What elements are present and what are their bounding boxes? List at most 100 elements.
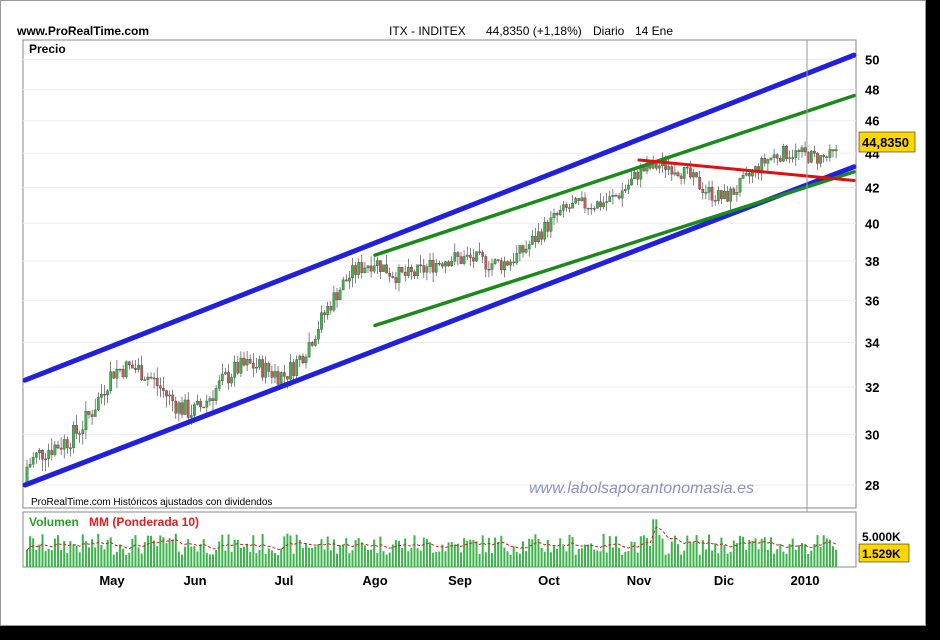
volume-bar xyxy=(295,534,298,567)
candle-body xyxy=(698,177,702,190)
volume-bar xyxy=(357,538,360,567)
volume-bar xyxy=(53,538,56,567)
volume-bar xyxy=(289,535,292,567)
candle-body xyxy=(152,377,156,380)
candle-body xyxy=(72,425,75,448)
volume-bar xyxy=(72,544,75,567)
candle-body xyxy=(540,231,543,240)
site-name[interactable]: www.ProRealTime.com xyxy=(16,24,149,38)
volume-bar xyxy=(506,551,509,567)
candle-body xyxy=(642,167,646,172)
candle-body xyxy=(468,254,472,258)
month-tick-label: Nov xyxy=(627,573,652,588)
watermark: www.labolsaporantonomasia.es xyxy=(529,480,754,497)
volume-bar xyxy=(794,549,797,567)
candle-body xyxy=(127,361,131,366)
candle-body xyxy=(549,217,553,232)
candle-body xyxy=(382,264,385,272)
volume-bar xyxy=(726,553,729,567)
volume-bar xyxy=(708,534,710,567)
candle-body xyxy=(81,429,85,435)
month-tick-label: Ago xyxy=(362,573,387,588)
volume-bar xyxy=(481,535,484,567)
volume-bar xyxy=(435,551,438,567)
volume-bar xyxy=(274,553,276,567)
volume-bar xyxy=(571,537,574,567)
volume-bar xyxy=(732,540,735,567)
candle-body xyxy=(282,372,286,377)
month-tick-label: May xyxy=(99,573,125,588)
volume-bar xyxy=(249,552,252,567)
candle-body xyxy=(763,157,767,164)
candle-body xyxy=(251,363,255,369)
candle-body xyxy=(177,402,181,414)
volume-bar xyxy=(695,534,698,567)
month-tick-label: Dic xyxy=(714,573,734,588)
volume-bar xyxy=(559,538,562,567)
volume-bar xyxy=(602,533,605,567)
volume-bar xyxy=(577,548,580,567)
volume-bar xyxy=(608,536,611,567)
candle-body xyxy=(394,277,398,283)
candle-body xyxy=(602,202,605,207)
candle-body xyxy=(131,364,134,369)
volume-bar xyxy=(317,543,320,567)
candle-body xyxy=(162,388,165,391)
volume-bar xyxy=(593,549,596,567)
candle-body xyxy=(149,376,153,379)
volume-bar xyxy=(791,538,794,567)
volume-bar xyxy=(788,544,791,567)
candle-body xyxy=(772,154,776,159)
candle-body xyxy=(685,166,689,169)
candle-body xyxy=(682,166,686,179)
candle-body xyxy=(447,261,450,267)
candle-body xyxy=(183,399,187,415)
volume-bar xyxy=(624,551,627,567)
candle-body xyxy=(627,184,630,190)
candle-body xyxy=(301,355,305,364)
candle-body xyxy=(813,150,816,154)
candle-body xyxy=(623,189,627,191)
candle-body xyxy=(233,362,237,378)
volume-bar xyxy=(376,553,379,567)
candle-body xyxy=(41,449,44,460)
volume-bar xyxy=(500,535,503,567)
price-tick-label: 28 xyxy=(865,478,879,493)
volume-bar xyxy=(797,545,800,567)
candle-body xyxy=(459,256,463,264)
candle-body xyxy=(444,261,447,267)
price-axis: 283032343638404244464850 xyxy=(865,53,880,494)
candle-body xyxy=(766,159,770,164)
candle-body xyxy=(437,263,441,265)
candle-body xyxy=(676,172,680,177)
candle-body xyxy=(800,147,804,152)
candle-body xyxy=(565,204,568,208)
candle-body xyxy=(735,192,739,195)
candle-body xyxy=(270,371,274,378)
volume-bar xyxy=(398,540,400,567)
candle-body xyxy=(509,261,512,266)
volume-bar xyxy=(336,553,338,567)
volume-bar xyxy=(720,537,723,567)
volume-bar xyxy=(292,553,295,567)
volume-bar xyxy=(819,547,822,567)
volume-bar xyxy=(373,539,376,567)
candle-body xyxy=(515,253,519,264)
volume-bar xyxy=(199,544,202,567)
volume-bar xyxy=(367,549,369,567)
candle-body xyxy=(69,447,72,449)
volume-bar xyxy=(677,544,679,567)
candle-body xyxy=(453,252,457,262)
volume-bar xyxy=(326,536,329,567)
candle-body xyxy=(478,251,481,253)
candle-body xyxy=(605,201,609,203)
candle-body xyxy=(236,362,240,374)
candle-body xyxy=(53,444,57,455)
candle-body xyxy=(50,450,54,455)
month-tick-label: 2010 xyxy=(791,573,820,588)
candle-body xyxy=(118,368,122,371)
candle-body xyxy=(704,192,708,194)
volume-bar xyxy=(205,552,208,567)
candle-body xyxy=(726,191,729,202)
volume-bar xyxy=(816,535,819,567)
